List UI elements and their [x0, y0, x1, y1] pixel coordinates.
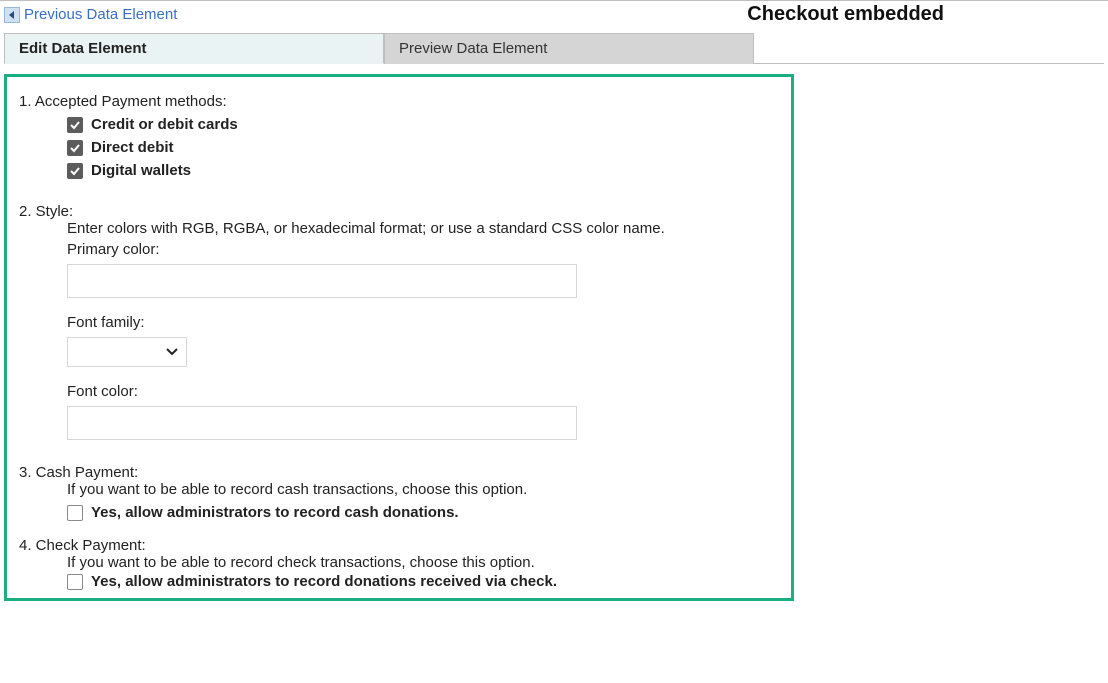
font-color-input[interactable] [67, 406, 577, 440]
checkbox-cash[interactable] [67, 505, 83, 521]
checkbox-direct-debit-label: Direct debit [91, 139, 174, 156]
section-accepted-payment-title: 1. Accepted Payment methods: [19, 93, 779, 110]
checkbox-credit-label: Credit or debit cards [91, 116, 238, 133]
primary-color-input[interactable] [67, 264, 577, 298]
font-color-label: Font color: [67, 383, 779, 400]
checkbox-direct-debit[interactable] [67, 140, 83, 156]
section-cash-title: 3. Cash Payment: [19, 464, 779, 481]
section-cash-hint: If you want to be able to record cash tr… [67, 481, 779, 498]
checkbox-row-cash[interactable]: Yes, allow administrators to record cash… [67, 504, 779, 521]
checkbox-row-check[interactable]: Yes, allow administrators to record dona… [67, 573, 779, 590]
checkbox-row-digital-wallets[interactable]: Digital wallets [67, 162, 779, 179]
checkbox-row-direct-debit[interactable]: Direct debit [67, 139, 779, 156]
checkbox-digital-wallets-label: Digital wallets [91, 162, 191, 179]
section-style-title: 2. Style: [19, 203, 779, 220]
font-family-label: Font family: [67, 314, 779, 331]
section-check-hint: If you want to be able to record check t… [67, 554, 779, 571]
tab-preview-data-element[interactable]: Preview Data Element [384, 33, 754, 64]
page-title: Checkout embedded [747, 3, 944, 26]
checkbox-cash-label: Yes, allow administrators to record cash… [91, 504, 459, 521]
primary-color-label: Primary color: [67, 241, 779, 258]
previous-data-element-link[interactable]: Previous Data Element [4, 6, 177, 23]
checkbox-digital-wallets[interactable] [67, 163, 83, 179]
font-family-select[interactable] [67, 337, 187, 367]
form-panel: 1. Accepted Payment methods: Credit or d… [4, 74, 794, 601]
chevron-down-icon [166, 345, 178, 359]
previous-data-element-label: Previous Data Element [24, 6, 177, 23]
tab-edit-data-element[interactable]: Edit Data Element [4, 33, 384, 64]
section-check-title: 4. Check Payment: [19, 537, 779, 554]
checkbox-row-credit[interactable]: Credit or debit cards [67, 116, 779, 133]
page-root: Previous Data Element Checkout embedded … [0, 0, 1108, 601]
checkbox-check[interactable] [67, 574, 83, 590]
back-arrow-icon [4, 7, 20, 23]
checkbox-check-label: Yes, allow administrators to record dona… [91, 573, 557, 590]
tabs: Edit Data Element Preview Data Element [4, 32, 1104, 64]
section-style-hint: Enter colors with RGB, RGBA, or hexadeci… [67, 220, 779, 237]
topbar: Previous Data Element Checkout embedded [0, 0, 1108, 32]
checkbox-credit[interactable] [67, 117, 83, 133]
